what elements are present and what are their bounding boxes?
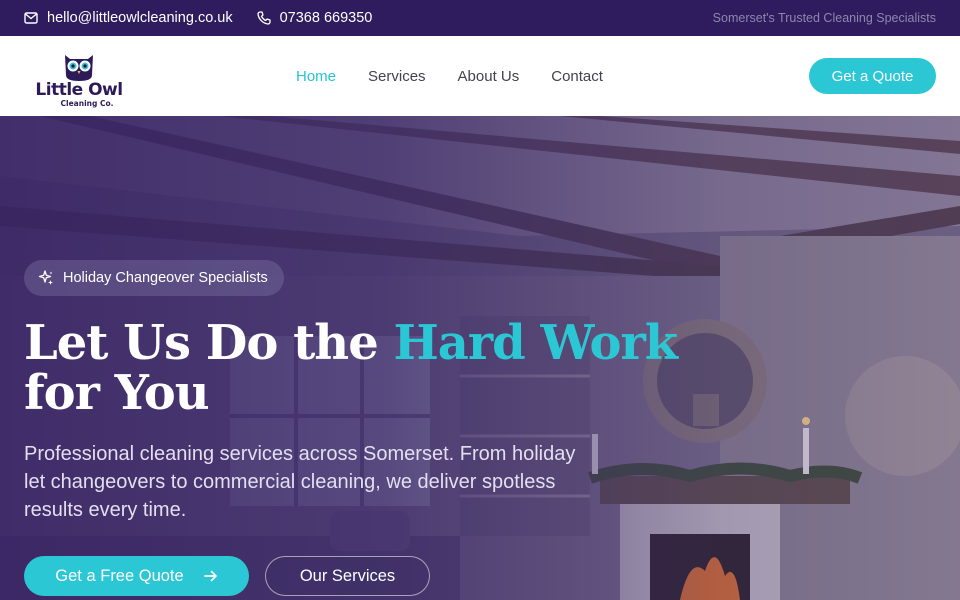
nav-home[interactable]: Home [296, 68, 336, 85]
hero-section: Holiday Changeover Specialists Let Us Do… [0, 116, 960, 600]
phone-contact[interactable]: 07368 669350 [256, 10, 373, 26]
specialists-badge: Holiday Changeover Specialists [24, 260, 284, 296]
our-services-button[interactable]: Our Services [265, 556, 430, 596]
phone-icon [256, 11, 271, 25]
nav-about-us[interactable]: About Us [458, 68, 520, 85]
arrow-right-icon [203, 570, 217, 582]
badge-label: Holiday Changeover Specialists [63, 270, 268, 286]
email-text[interactable]: hello@littleowlcleaning.co.uk [47, 10, 233, 26]
logo-name: Little Owl [35, 80, 123, 100]
get-free-quote-label: Get a Free Quote [55, 566, 184, 585]
headline-part2: for You [24, 365, 210, 421]
headline-accent: Hard Work [393, 315, 678, 371]
sparkles-icon [38, 270, 53, 285]
main-nav: Home Services About Us Contact [296, 36, 635, 116]
email-contact[interactable]: hello@littleowlcleaning.co.uk [24, 10, 233, 26]
owl-logo-icon [65, 55, 93, 81]
hero-description: Professional cleaning services across So… [24, 443, 576, 521]
nav-contact[interactable]: Contact [551, 68, 603, 85]
mail-icon [24, 12, 38, 24]
hero-headline: Let Us Do the Hard Work for You [24, 318, 704, 418]
top-bar: hello@littleowlcleaning.co.uk 07368 6693… [0, 0, 960, 36]
get-a-quote-button[interactable]: Get a Quote [809, 58, 936, 94]
nav-services[interactable]: Services [368, 68, 426, 85]
logo[interactable]: Little Owl Cleaning Co. [24, 41, 134, 111]
get-free-quote-button[interactable]: Get a Free Quote [24, 556, 249, 596]
phone-text[interactable]: 07368 669350 [280, 10, 373, 26]
site-header: Little Owl Cleaning Co. Home Services Ab… [0, 36, 960, 116]
tagline: Somerset's Trusted Cleaning Specialists [712, 11, 936, 25]
headline-part1: Let Us Do the [24, 315, 394, 371]
logo-subtitle: Cleaning Co. [60, 99, 114, 108]
